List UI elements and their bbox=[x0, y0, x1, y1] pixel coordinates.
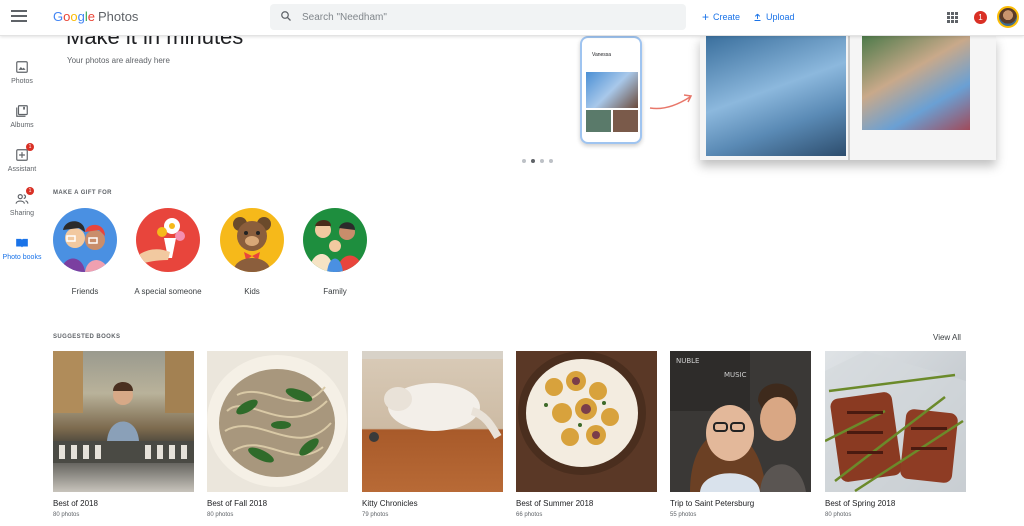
book-cover-image: NUBLE MUSIC bbox=[670, 351, 811, 492]
product-name: Photos bbox=[97, 9, 139, 24]
gift-label: Family bbox=[323, 287, 347, 296]
hero-subtitle: Your photos are already here bbox=[67, 56, 170, 65]
curved-arrow-icon bbox=[649, 94, 693, 110]
assistant-icon: 1 bbox=[15, 143, 34, 162]
carousel-dot-active[interactable] bbox=[531, 159, 535, 163]
book-icon bbox=[15, 236, 29, 250]
notifications-badge[interactable]: 1 bbox=[974, 11, 987, 24]
gift-friends[interactable]: Friends bbox=[45, 208, 125, 297]
sidebar-item-label: Albums bbox=[10, 122, 34, 129]
book-card-best-of-2018[interactable]: Best of 2018 80 photos bbox=[53, 351, 194, 518]
book-title: Best of 2018 bbox=[53, 499, 98, 508]
book-card-kitty-chronicles[interactable]: Kitty Chronicles 79 photos bbox=[362, 351, 503, 518]
gift-label: Friends bbox=[71, 287, 99, 296]
svg-text:NUBLE: NUBLE bbox=[676, 357, 700, 365]
carousel-dot[interactable] bbox=[540, 159, 544, 163]
flowers-illustration bbox=[136, 208, 200, 272]
book-photo-count: 66 photos bbox=[516, 512, 543, 518]
book-photo-count: 80 photos bbox=[825, 512, 852, 518]
google-photos-logo[interactable]: Google Photos bbox=[53, 9, 138, 24]
upload-label: Upload bbox=[766, 12, 795, 22]
gift-label: Kids bbox=[244, 287, 260, 296]
create-button[interactable]: + Create bbox=[702, 9, 741, 24]
gift-section-label: MAKE A GIFT FOR bbox=[53, 190, 112, 196]
sidebar-item-label: Sharing bbox=[9, 210, 35, 217]
book-title: Best of Spring 2018 bbox=[825, 499, 896, 508]
hero-title: Make it in minutes bbox=[66, 36, 244, 49]
search-icon[interactable] bbox=[280, 10, 292, 22]
sidebar-item-albums[interactable]: Albums bbox=[0, 104, 44, 129]
sidebar-item-photo-books[interactable]: Photo books bbox=[0, 236, 44, 261]
main-menu-button[interactable] bbox=[11, 10, 27, 24]
view-all-link[interactable]: View All bbox=[933, 333, 961, 342]
book-photo-count: 79 photos bbox=[362, 512, 389, 518]
search-input[interactable] bbox=[302, 8, 672, 26]
book-title: Best of Fall 2018 bbox=[207, 499, 268, 508]
gift-kids[interactable]: Kids bbox=[212, 208, 292, 297]
photo-icon bbox=[15, 60, 29, 74]
book-card-best-of-spring-2018[interactable]: Best of Spring 2018 80 photos bbox=[825, 351, 966, 518]
book-title: Best of Summer 2018 bbox=[516, 499, 594, 508]
book-card-best-of-fall-2018[interactable]: Best of Fall 2018 80 photos bbox=[207, 351, 348, 518]
apps-grid-icon[interactable] bbox=[947, 12, 958, 23]
carousel-dot[interactable] bbox=[522, 159, 526, 163]
sidebar-item-label: Photo books bbox=[2, 254, 42, 261]
book-title: Trip to Saint Petersburg bbox=[670, 499, 755, 508]
phone-mockup-image: Vanessa bbox=[580, 36, 642, 144]
open-photo-book-image bbox=[700, 36, 996, 160]
book-title: Kitty Chronicles bbox=[362, 499, 418, 508]
google-wordmark: Google bbox=[53, 9, 95, 24]
gift-special-someone[interactable]: A special someone bbox=[128, 208, 208, 297]
sidebar-item-assistant[interactable]: 1 Assistant bbox=[0, 143, 44, 173]
assistant-badge: 1 bbox=[26, 143, 34, 151]
upload-icon bbox=[754, 13, 761, 21]
book-cover-image bbox=[516, 351, 657, 492]
gift-label: A special someone bbox=[134, 287, 202, 296]
sidebar-item-label: Assistant bbox=[7, 166, 37, 173]
book-photo-count: 80 photos bbox=[53, 512, 80, 518]
teddy-bear-illustration bbox=[220, 208, 284, 272]
top-app-bar: GooglePhotos + Create Upload 1 bbox=[0, 0, 1024, 36]
svg-text:MUSIC: MUSIC bbox=[724, 371, 747, 379]
carousel-dot[interactable] bbox=[549, 159, 553, 163]
family-illustration bbox=[303, 208, 367, 272]
gift-family[interactable]: Family bbox=[295, 208, 375, 297]
book-photo-count: 80 photos bbox=[207, 512, 234, 518]
book-cover-image bbox=[53, 351, 194, 492]
sharing-icon: 1 bbox=[15, 187, 34, 206]
book-cover-image bbox=[825, 351, 966, 492]
book-photo-count: 55 photos bbox=[670, 512, 697, 518]
sidebar-item-photos[interactable]: Photos bbox=[0, 60, 44, 85]
book-card-best-of-summer-2018[interactable]: Best of Summer 2018 66 photos bbox=[516, 351, 657, 518]
book-cover-image bbox=[207, 351, 348, 492]
search-bar[interactable] bbox=[270, 4, 686, 30]
book-card-trip-to-saint-petersburg[interactable]: NUBLE MUSIC Trip to Saint Petersburg 55 p… bbox=[670, 351, 811, 518]
book-cover-image bbox=[362, 351, 503, 492]
sidebar-item-label: Photos bbox=[11, 78, 33, 85]
albums-icon bbox=[15, 104, 29, 118]
phone-album-title: Vanessa bbox=[592, 52, 612, 58]
avatar[interactable] bbox=[997, 6, 1019, 28]
create-label: Create bbox=[713, 12, 741, 22]
sharing-badge: 1 bbox=[26, 187, 34, 195]
suggested-books-label: SUGGESTED BOOKS bbox=[53, 334, 121, 340]
carousel-dots bbox=[522, 159, 553, 163]
sidebar-item-sharing[interactable]: 1 Sharing bbox=[0, 187, 44, 217]
upload-button[interactable]: Upload bbox=[753, 12, 795, 22]
sidebar-nav: Photos Albums 1 Assistant 1 Sharing Phot… bbox=[0, 36, 44, 526]
plus-icon: + bbox=[702, 9, 710, 24]
friends-illustration bbox=[53, 208, 117, 272]
